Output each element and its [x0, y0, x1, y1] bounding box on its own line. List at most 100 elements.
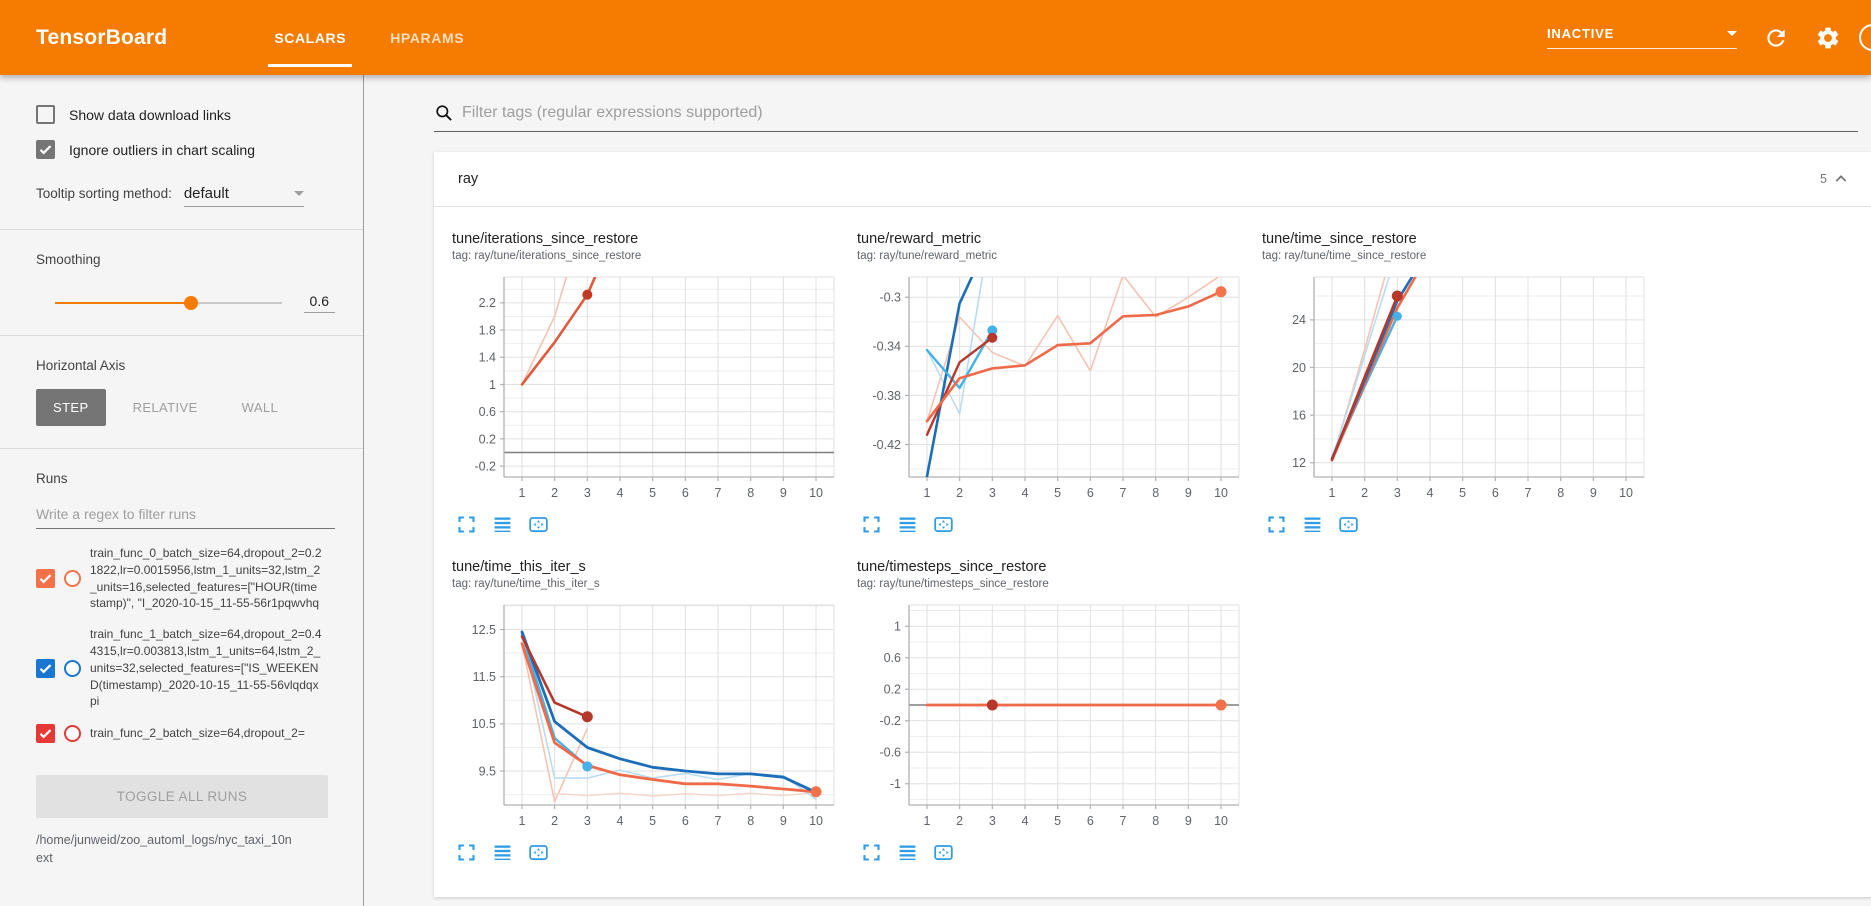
- chart-count: 5: [1820, 172, 1827, 186]
- svg-text:2: 2: [551, 814, 558, 828]
- chart-toolbar: [857, 514, 1262, 535]
- chart-toolbar: [452, 842, 857, 863]
- card-title: ray: [458, 171, 478, 187]
- data-table-icon[interactable]: [1302, 514, 1323, 535]
- tooltip-sorting-label: Tooltip sorting method:: [36, 186, 172, 201]
- fullscreen-icon[interactable]: [1266, 514, 1287, 535]
- search-icon: [434, 103, 454, 123]
- run-name: train_func_1_batch_size=64,dropout_2=0.4…: [90, 626, 322, 710]
- run-checkbox[interactable]: [36, 724, 55, 743]
- svg-text:5: 5: [1459, 486, 1466, 500]
- run-checkbox[interactable]: [36, 569, 55, 588]
- run-radio[interactable]: [64, 660, 81, 677]
- toggle-all-runs-button[interactable]: TOGGLE ALL RUNS: [36, 775, 328, 818]
- svg-text:1: 1: [489, 378, 496, 392]
- fit-domain-icon[interactable]: [528, 514, 549, 535]
- slider-thumb[interactable]: [184, 296, 198, 310]
- svg-text:4: 4: [1022, 814, 1029, 828]
- ray-card: ray 5 tune/iterations_since_restore tag:…: [434, 152, 1871, 897]
- svg-text:6: 6: [1087, 486, 1094, 500]
- svg-text:6: 6: [1087, 814, 1094, 828]
- checkbox-ignore-outliers[interactable]: Ignore outliers in chart scaling: [36, 140, 335, 159]
- run-row[interactable]: train_func_2_batch_size=64,dropout_2=: [36, 724, 335, 743]
- line-chart[interactable]: 12.511.510.59.512345678910: [452, 600, 844, 838]
- svg-text:0.2: 0.2: [479, 432, 496, 446]
- fullscreen-icon[interactable]: [456, 514, 477, 535]
- tooltip-sorting-select[interactable]: default: [184, 185, 304, 207]
- run-radio[interactable]: [64, 725, 81, 742]
- axis-step-button[interactable]: STEP: [36, 389, 106, 426]
- svg-text:8: 8: [1152, 486, 1159, 500]
- svg-text:0.2: 0.2: [884, 683, 901, 697]
- svg-text:3: 3: [989, 814, 996, 828]
- tab-hparams[interactable]: HPARAMS: [368, 0, 486, 75]
- axis-wall-button[interactable]: WALL: [225, 389, 296, 426]
- runs-label: Runs: [36, 471, 335, 486]
- svg-text:1: 1: [923, 814, 930, 828]
- chevron-up-icon[interactable]: [1833, 171, 1849, 187]
- chart-tag: tag: ray/tune/time_this_iter_s: [452, 578, 857, 590]
- svg-text:2: 2: [551, 486, 558, 500]
- run-row[interactable]: train_func_0_batch_size=64,dropout_2=0.2…: [36, 545, 335, 612]
- svg-text:5: 5: [649, 486, 656, 500]
- data-table-icon[interactable]: [492, 514, 513, 535]
- svg-text:3: 3: [584, 814, 591, 828]
- chart-toolbar: [1262, 514, 1667, 535]
- gear-icon[interactable]: [1815, 25, 1841, 51]
- refresh-icon[interactable]: [1763, 25, 1789, 51]
- data-table-icon[interactable]: [492, 842, 513, 863]
- svg-text:-0.3: -0.3: [879, 291, 901, 305]
- chart-tag: tag: ray/tune/reward_metric: [857, 250, 1262, 262]
- svg-text:10: 10: [809, 486, 823, 500]
- svg-text:8: 8: [747, 814, 754, 828]
- run-checkbox[interactable]: [36, 659, 55, 678]
- axis-relative-button[interactable]: RELATIVE: [116, 389, 215, 426]
- app-header: TensorBoard SCALARS HPARAMS INACTIVE: [0, 0, 1871, 75]
- svg-text:9: 9: [780, 486, 787, 500]
- horizontal-axis-label: Horizontal Axis: [36, 358, 335, 373]
- svg-text:20: 20: [1292, 361, 1306, 375]
- reload-status-select[interactable]: INACTIVE: [1547, 26, 1737, 49]
- fit-domain-icon[interactable]: [933, 842, 954, 863]
- smoothing-slider[interactable]: [55, 302, 282, 304]
- fit-domain-icon[interactable]: [1338, 514, 1359, 535]
- tab-scalars[interactable]: SCALARS: [252, 0, 368, 75]
- svg-text:1: 1: [1328, 486, 1335, 500]
- chart-tag: tag: ray/tune/iterations_since_restore: [452, 250, 857, 262]
- data-table-icon[interactable]: [897, 842, 918, 863]
- line-chart[interactable]: 2420161212345678910: [1262, 272, 1654, 510]
- svg-text:8: 8: [747, 486, 754, 500]
- svg-text:8: 8: [1557, 486, 1564, 500]
- svg-text:2: 2: [956, 486, 963, 500]
- svg-text:1: 1: [894, 620, 901, 634]
- runs-filter-input[interactable]: [36, 500, 335, 529]
- svg-text:10.5: 10.5: [472, 717, 496, 731]
- svg-text:2.2: 2.2: [479, 296, 496, 310]
- chart-card: tune/timesteps_since_restore tag: ray/tu…: [857, 559, 1262, 863]
- run-radio[interactable]: [64, 570, 81, 587]
- line-chart[interactable]: 10.60.2-0.2-0.6-112345678910: [857, 600, 1249, 838]
- svg-text:-0.38: -0.38: [873, 389, 902, 403]
- chart-title: tune/time_since_restore: [1262, 231, 1667, 247]
- fit-domain-icon[interactable]: [528, 842, 549, 863]
- fullscreen-icon[interactable]: [456, 842, 477, 863]
- svg-text:10: 10: [1619, 486, 1633, 500]
- svg-text:-0.2: -0.2: [879, 714, 901, 728]
- run-row[interactable]: train_func_1_batch_size=64,dropout_2=0.4…: [36, 626, 335, 710]
- svg-text:5: 5: [649, 814, 656, 828]
- charts-grid: tune/iterations_since_restore tag: ray/t…: [434, 207, 1871, 897]
- ray-card-header[interactable]: ray 5: [434, 152, 1871, 207]
- svg-text:11.5: 11.5: [473, 670, 496, 684]
- data-table-icon[interactable]: [897, 514, 918, 535]
- fit-domain-icon[interactable]: [933, 514, 954, 535]
- svg-text:-0.42: -0.42: [873, 438, 902, 452]
- line-chart[interactable]: -0.3-0.34-0.38-0.4212345678910: [857, 272, 1249, 510]
- chart-toolbar: [452, 514, 857, 535]
- checkbox-show-download-links[interactable]: Show data download links: [36, 105, 335, 124]
- tag-filter-input[interactable]: [462, 104, 1858, 122]
- fullscreen-icon[interactable]: [861, 514, 882, 535]
- fullscreen-icon[interactable]: [861, 842, 882, 863]
- line-chart[interactable]: 2.21.81.410.60.2-0.212345678910: [452, 272, 844, 510]
- svg-text:4: 4: [1427, 486, 1434, 500]
- svg-text:7: 7: [715, 814, 722, 828]
